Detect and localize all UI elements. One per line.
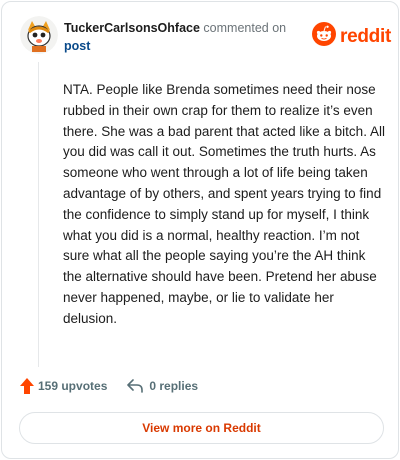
commented-on-label: commented on [203, 21, 287, 35]
reddit-logo[interactable]: reddit [312, 22, 391, 51]
comment-header: TuckerCarlsonsOhface commented on post [64, 19, 304, 55]
comment-body: NTA. People like Brenda sometimes need t… [63, 82, 385, 326]
upvote-count: 159 upvotes [38, 379, 108, 393]
reply-arrow-icon[interactable] [127, 379, 144, 393]
reddit-alien-icon [312, 22, 336, 51]
user-avatar[interactable] [20, 16, 58, 54]
reddit-wordmark: reddit [340, 25, 391, 47]
upvote-arrow-icon[interactable] [20, 378, 34, 394]
comment-footer: 159 upvotes 0 replies [20, 378, 198, 394]
reddit-comment-card: TuckerCarlsonsOhface commented on post r… [1, 1, 399, 459]
view-more-button[interactable]: View more on Reddit [19, 412, 384, 444]
post-link[interactable]: post [64, 37, 90, 55]
username-link[interactable]: TuckerCarlsonsOhface [64, 21, 200, 35]
reply-count: 0 replies [149, 379, 199, 393]
thread-line [38, 62, 39, 367]
